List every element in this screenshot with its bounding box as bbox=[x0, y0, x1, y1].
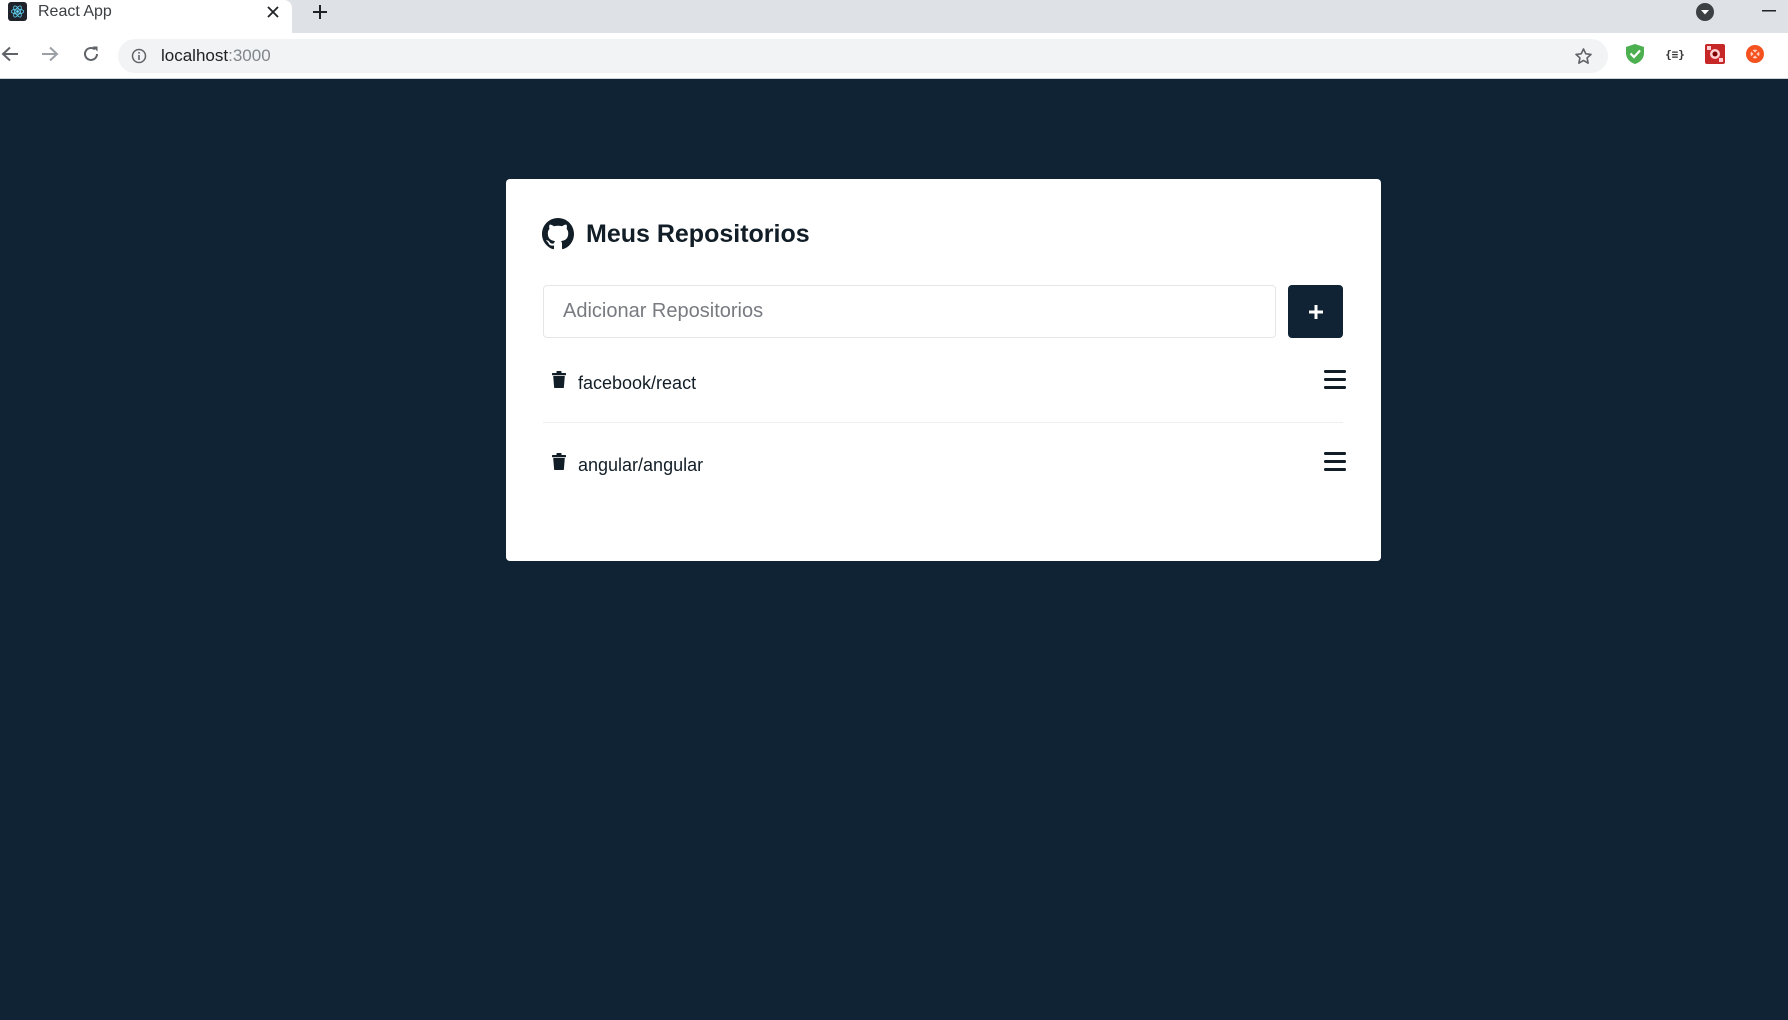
plus-icon bbox=[1308, 304, 1323, 319]
list-item: angular/angular bbox=[543, 422, 1346, 503]
add-repository-input[interactable] bbox=[543, 285, 1276, 338]
orange-extension-icon[interactable] bbox=[1744, 43, 1766, 65]
info-icon[interactable] bbox=[130, 47, 148, 65]
star-icon[interactable] bbox=[1572, 45, 1594, 67]
url-port: :3000 bbox=[228, 46, 271, 65]
browser-tab[interactable]: React App bbox=[0, 0, 292, 33]
arrow-right-icon bbox=[42, 46, 59, 62]
page-title: Meus Repositorios bbox=[542, 217, 810, 251]
add-repository-button[interactable] bbox=[1288, 285, 1343, 338]
reload-button[interactable] bbox=[76, 39, 106, 69]
repository-name: facebook/react bbox=[578, 373, 697, 393]
trash-icon[interactable] bbox=[551, 369, 567, 389]
red-extension-icon[interactable] bbox=[1704, 43, 1726, 65]
tab-title: React App bbox=[38, 3, 112, 20]
title-text: Meus Repositorios bbox=[586, 220, 810, 248]
browser-tab-bar: React App bbox=[0, 0, 1788, 33]
repository-list: facebook/react angular/angular bbox=[543, 341, 1346, 503]
list-item: facebook/react bbox=[543, 341, 1346, 422]
bars-icon[interactable] bbox=[1323, 368, 1347, 390]
repository-name: angular/angular bbox=[578, 455, 704, 475]
back-button[interactable] bbox=[0, 39, 25, 69]
close-icon[interactable] bbox=[262, 1, 284, 23]
repositories-card: Meus Repositorios facebook/react angular… bbox=[506, 179, 1381, 561]
shield-extension-icon[interactable] bbox=[1624, 43, 1646, 65]
react-logo-icon bbox=[8, 2, 27, 21]
forward-button[interactable] bbox=[35, 39, 65, 69]
minimize-icon[interactable] bbox=[1750, 0, 1788, 22]
address-bar[interactable]: localhost:3000 bbox=[118, 39, 1608, 73]
json-extension-icon[interactable]: {≡} bbox=[1664, 43, 1686, 65]
reload-icon bbox=[84, 46, 98, 61]
browser-toolbar: localhost:3000 {≡} bbox=[0, 33, 1788, 79]
trash-icon[interactable] bbox=[551, 451, 567, 471]
chevron-down-icon[interactable] bbox=[1694, 1, 1716, 23]
new-tab-button[interactable] bbox=[306, 0, 334, 24]
github-icon bbox=[542, 218, 574, 250]
url-host: localhost bbox=[161, 46, 229, 65]
url-text[interactable]: localhost:3000 bbox=[161, 47, 271, 65]
bars-icon[interactable] bbox=[1323, 450, 1347, 472]
arrow-left-icon bbox=[1, 46, 18, 62]
